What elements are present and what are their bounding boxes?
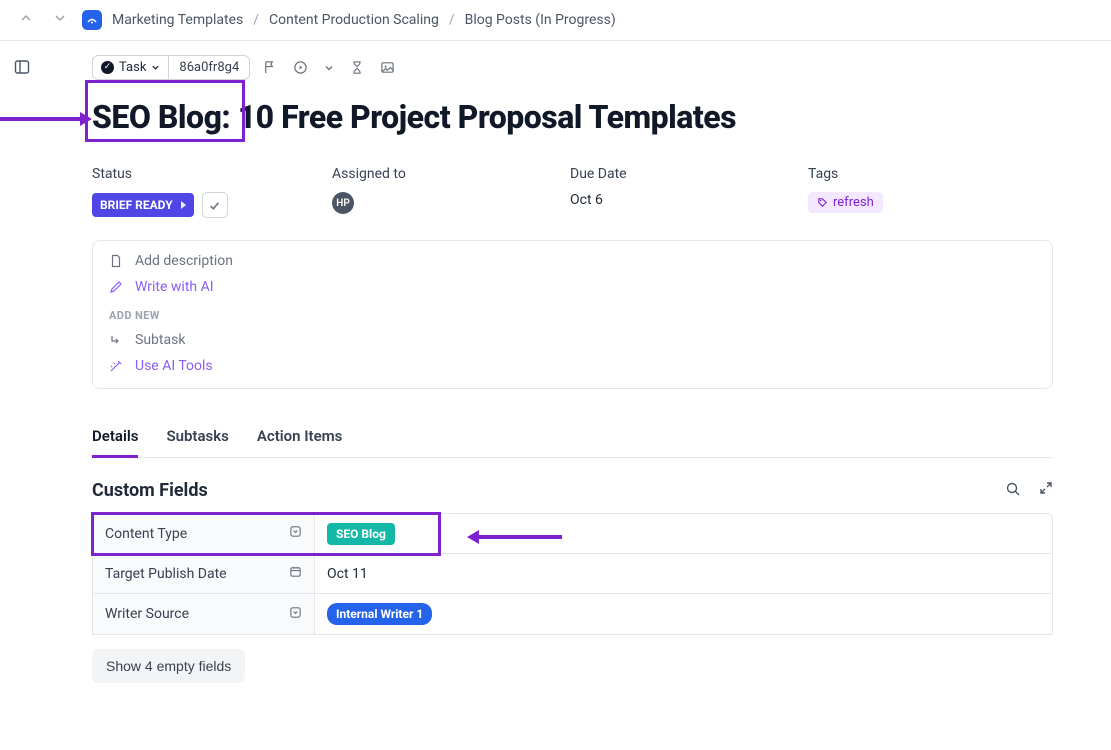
workspace-icon[interactable]: [82, 10, 102, 30]
hourglass-icon[interactable]: [346, 58, 368, 77]
tab-subtasks[interactable]: Subtasks: [166, 417, 228, 457]
description-panel: Add description Write with AI ADD NEW Su…: [92, 240, 1053, 389]
task-type-button[interactable]: ✓ Task: [93, 56, 169, 79]
chevron-down-icon: [151, 63, 160, 72]
ai-tools-label: Use AI Tools: [135, 358, 213, 374]
tab-details[interactable]: Details: [92, 417, 138, 458]
cf-label: Target Publish Date: [105, 566, 227, 582]
add-subtask-button[interactable]: Subtask: [109, 332, 1036, 348]
task-type-pill: ✓ Task 86a0fr8g4: [92, 55, 250, 80]
search-icon[interactable]: [1005, 481, 1021, 501]
cf-value: Oct 11: [327, 566, 368, 582]
show-empty-fields-button[interactable]: Show 4 empty fields: [92, 649, 245, 683]
annotation-highlight: [85, 80, 245, 142]
nav-back-icon[interactable]: [14, 10, 38, 30]
breadcrumb: Marketing Templates / Content Production…: [112, 12, 616, 28]
task-type-label: Task: [119, 60, 146, 75]
chevron-down-icon[interactable]: [320, 61, 338, 75]
add-description-label: Add description: [135, 253, 233, 269]
task-id-button[interactable]: 86a0fr8g4: [169, 56, 249, 79]
ai-tools-button[interactable]: Use AI Tools: [109, 358, 1036, 374]
subtask-icon: [109, 333, 123, 347]
assigned-label: Assigned to: [332, 166, 550, 182]
breadcrumb-item-0[interactable]: Marketing Templates: [112, 12, 243, 28]
tag-icon: [817, 197, 828, 208]
sparkle-icon: [109, 359, 123, 373]
add-new-heading: ADD NEW: [109, 309, 1036, 322]
breadcrumb-item-1[interactable]: Content Production Scaling: [269, 12, 439, 28]
tab-action-items[interactable]: Action Items: [257, 417, 343, 457]
write-ai-label: Write with AI: [135, 279, 214, 295]
dropdown-icon: [289, 606, 302, 623]
breadcrumb-sep: /: [449, 12, 455, 28]
tag-chip[interactable]: refresh: [808, 192, 883, 213]
write-ai-button[interactable]: Write with AI: [109, 279, 1036, 295]
seal-icon: ✓: [101, 61, 114, 74]
breadcrumb-sep: /: [253, 12, 259, 28]
custom-fields-title: Custom Fields: [92, 480, 208, 501]
annotation-highlight: [91, 512, 441, 556]
nav-forward-icon[interactable]: [48, 10, 72, 30]
complete-check-button[interactable]: [202, 192, 228, 218]
status-label: Status: [92, 166, 312, 182]
status-badge[interactable]: BRIEF READY: [92, 193, 194, 217]
play-circle-icon[interactable]: [289, 58, 312, 77]
breadcrumb-item-2[interactable]: Blog Posts (In Progress): [465, 12, 616, 28]
custom-fields-table: Content Type SEO Blog Target Publish Dat…: [92, 513, 1053, 635]
due-date-label: Due Date: [570, 166, 788, 182]
annotation-arrow-icon: [0, 109, 92, 129]
annotation-arrow-icon: [467, 527, 567, 547]
status-value: BRIEF READY: [100, 198, 173, 212]
sidebar-toggle-icon[interactable]: [0, 41, 44, 683]
calendar-icon: [289, 565, 302, 582]
expand-icon[interactable]: [1039, 481, 1053, 501]
due-date-value[interactable]: Oct 6: [570, 192, 788, 208]
assignee-avatar[interactable]: HP: [332, 192, 354, 214]
tag-text: refresh: [833, 195, 874, 210]
cf-row-writer-source[interactable]: Writer Source Internal Writer 1: [93, 594, 1052, 634]
cf-label: Writer Source: [105, 606, 189, 622]
document-icon: [109, 254, 123, 268]
flag-icon[interactable]: [258, 58, 281, 77]
pencil-icon: [109, 280, 123, 294]
cf-row-target-publish-date[interactable]: Target Publish Date Oct 11: [93, 554, 1052, 594]
status-next-icon: [181, 201, 186, 209]
subtask-label: Subtask: [135, 332, 185, 348]
image-icon[interactable]: [376, 58, 399, 77]
cf-value-badge: Internal Writer 1: [327, 603, 432, 625]
add-description-button[interactable]: Add description: [109, 253, 1036, 269]
tags-label: Tags: [808, 166, 1053, 182]
